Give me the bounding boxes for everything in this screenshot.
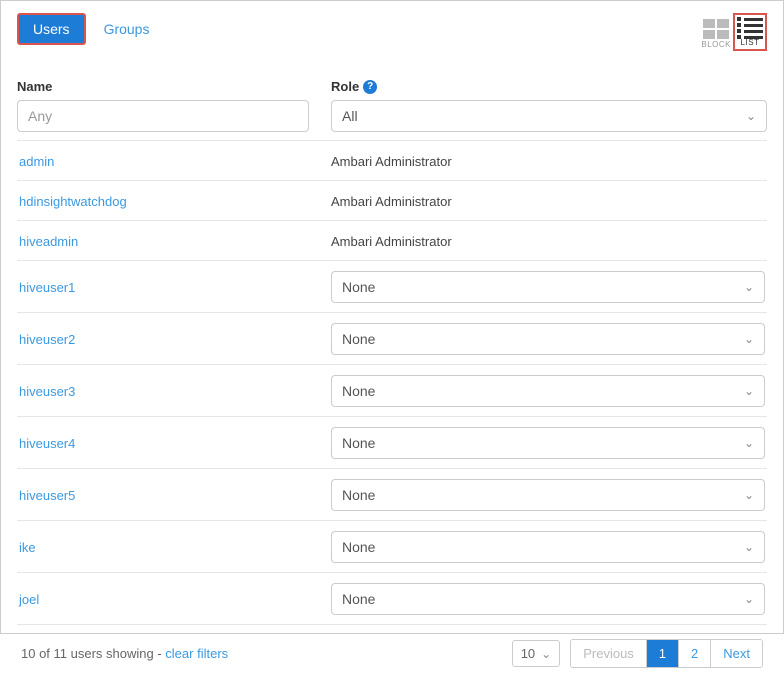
role-select[interactable]: None ⌄ [331,531,765,563]
pagination-previous[interactable]: Previous [571,640,647,667]
user-link[interactable]: admin [19,154,54,169]
pagination-page-2[interactable]: 2 [679,640,711,667]
name-filter-input[interactable] [17,100,309,132]
table-row: hdinsightwatchdog Ambari Administrator [17,181,767,221]
table-row: hiveadmin Ambari Administrator [17,221,767,261]
chevron-down-icon: ⌄ [744,384,754,398]
chevron-down-icon: ⌄ [744,332,754,346]
chevron-down-icon: ⌄ [744,436,754,450]
user-link[interactable]: hiveuser2 [19,332,75,347]
chevron-down-icon: ⌄ [744,540,754,554]
role-select[interactable]: None ⌄ [331,323,765,355]
user-link[interactable]: hiveuser4 [19,436,75,451]
role-filter-value: All [342,108,358,124]
table-row: hiveuser5 None ⌄ [17,469,767,521]
pagination: Previous 1 2 Next [570,639,763,668]
tabs: Users Groups [17,13,163,45]
role-select[interactable]: None ⌄ [331,583,765,615]
table-row: hiveuser1 None ⌄ [17,261,767,313]
role-select-value: None [342,487,375,503]
user-link[interactable]: hiveuser1 [19,280,75,295]
table-row: hiveuser2 None ⌄ [17,313,767,365]
table-row: hiveuser3 None ⌄ [17,365,767,417]
role-select[interactable]: None ⌄ [331,427,765,459]
showing-text: 10 of 11 users showing - clear filters [21,646,228,661]
user-link[interactable]: joel [19,592,39,607]
user-link[interactable]: hiveuser5 [19,488,75,503]
users-table: adminAmbari Administratorhdinsightwatchd… [17,140,767,625]
table-footer: 10 of 11 users showing - clear filters 1… [17,625,767,672]
showing-count: 10 of 11 users showing - [21,646,165,661]
role-select[interactable]: None ⌄ [331,479,765,511]
topbar: Users Groups BLOCK LIST [17,13,767,51]
view-toggle-block-label: BLOCK [701,40,731,49]
tab-users[interactable]: Users [17,13,86,45]
role-label-text: Role [331,79,359,94]
tab-groups[interactable]: Groups [90,15,164,43]
pagination-next[interactable]: Next [711,640,762,667]
role-select-value: None [342,591,375,607]
table-row: hiveuser4 None ⌄ [17,417,767,469]
view-toggles: BLOCK LIST [699,13,767,51]
user-link[interactable]: hdinsightwatchdog [19,194,127,209]
clear-filters-link[interactable]: clear filters [165,646,228,661]
role-select[interactable]: None ⌄ [331,375,765,407]
view-toggle-list-label: LIST [741,38,760,47]
user-link[interactable]: hiveuser3 [19,384,75,399]
user-link[interactable]: ike [19,540,36,555]
list-icon [737,17,763,37]
help-icon[interactable]: ? [363,80,377,94]
table-row: ike None ⌄ [17,521,767,573]
table-row: joel None ⌄ [17,573,767,625]
role-text: Ambari Administrator [331,154,452,169]
role-select[interactable]: None ⌄ [331,271,765,303]
user-link[interactable]: hiveadmin [19,234,78,249]
chevron-down-icon: ⌄ [541,647,551,661]
page-size-value: 10 [521,646,535,661]
chevron-down-icon: ⌄ [744,280,754,294]
chevron-down-icon: ⌄ [746,109,756,123]
role-column-header: Role ? [331,79,767,94]
role-select-value: None [342,331,375,347]
table-row: admin Ambari Administrator [17,141,767,181]
chevron-down-icon: ⌄ [744,592,754,606]
role-select-value: None [342,435,375,451]
filters: Name Role ? All ⌄ [17,79,767,132]
name-column-header: Name [17,79,309,94]
view-toggle-block[interactable]: BLOCK [699,17,733,51]
role-select-value: None [342,383,375,399]
role-select-value: None [342,539,375,555]
page-size-select[interactable]: 10 ⌄ [512,640,561,667]
role-filter-select[interactable]: All ⌄ [331,100,767,132]
role-text: Ambari Administrator [331,194,452,209]
chevron-down-icon: ⌄ [744,488,754,502]
pagination-page-1[interactable]: 1 [647,640,679,667]
role-text: Ambari Administrator [331,234,452,249]
role-select-value: None [342,279,375,295]
block-icon [703,19,729,39]
view-toggle-list[interactable]: LIST [733,13,767,51]
